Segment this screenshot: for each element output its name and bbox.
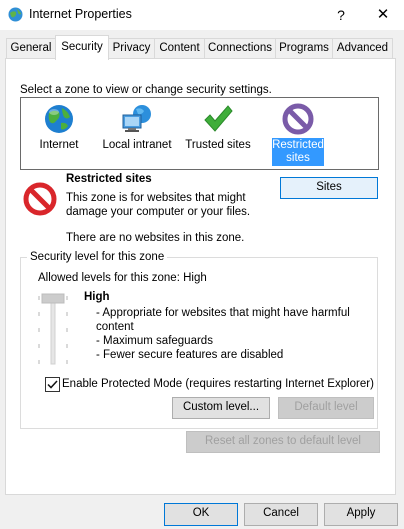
level-detail-3: - Fewer secure features are disabled bbox=[96, 349, 284, 361]
default-level-button[interactable]: Default level bbox=[278, 397, 374, 419]
apply-button[interactable]: Apply bbox=[324, 503, 398, 526]
zone-sites-status: There are no websites in this zone. bbox=[66, 232, 245, 244]
ok-button[interactable]: OK bbox=[164, 503, 238, 526]
zone-restricted-sites[interactable]: Restricted sites bbox=[258, 98, 338, 169]
zone-label-trusted-sites: Trusted sites bbox=[185, 139, 251, 151]
custom-level-button[interactable]: Custom level... bbox=[172, 397, 270, 419]
zone-label-internet: Internet bbox=[39, 139, 79, 151]
globe-icon bbox=[45, 105, 73, 133]
tab-advanced[interactable]: Advanced bbox=[332, 38, 393, 59]
intranet-icon bbox=[122, 105, 151, 132]
zone-description: This zone is for websites that might dam… bbox=[66, 192, 251, 218]
level-detail-1: - Appropriate for websites that might ha… bbox=[96, 307, 350, 333]
security-level-name: High bbox=[84, 291, 110, 303]
security-level-slider[interactable] bbox=[35, 290, 71, 366]
zone-list[interactable]: Internet Local intranet Trusted sites Re… bbox=[20, 97, 379, 170]
cancel-button[interactable]: Cancel bbox=[244, 503, 318, 526]
zone-label-local-intranet: Local intranet bbox=[102, 139, 172, 151]
tab-programs[interactable]: Programs bbox=[275, 38, 333, 59]
slider-thumb bbox=[41, 293, 65, 304]
checkmark-icon bbox=[47, 380, 58, 389]
zone-trusted-sites[interactable]: Trusted sites bbox=[178, 98, 258, 169]
zone-prompt: Select a zone to view or change security… bbox=[20, 84, 272, 96]
close-button[interactable]: ✕ bbox=[366, 2, 400, 28]
level-detail-2: - Maximum safeguards bbox=[96, 335, 213, 347]
checkmark-icon bbox=[204, 105, 233, 132]
protected-mode-checkbox[interactable] bbox=[45, 377, 60, 392]
security-level-group-title: Security level for this zone bbox=[27, 251, 168, 263]
protected-mode-label[interactable]: Enable Protected Mode (requires restarti… bbox=[62, 378, 374, 390]
security-level-details: - Appropriate for websites that might ha… bbox=[96, 306, 366, 362]
reset-all-zones-button[interactable]: Reset all zones to default level bbox=[186, 431, 380, 453]
tab-security[interactable]: Security bbox=[55, 35, 109, 60]
restricted-icon bbox=[282, 103, 314, 135]
sites-button[interactable]: Sites bbox=[280, 177, 378, 199]
window-title: Internet Properties bbox=[29, 7, 132, 21]
tab-general[interactable]: General bbox=[6, 38, 56, 59]
zone-local-intranet[interactable]: Local intranet bbox=[94, 98, 180, 169]
tab-privacy[interactable]: Privacy bbox=[108, 38, 155, 59]
zone-label-restricted-sites: Restricted sites bbox=[272, 138, 324, 166]
internet-properties-icon bbox=[8, 7, 23, 22]
no-entry-icon bbox=[23, 182, 57, 216]
allowed-levels-text: Allowed levels for this zone: High bbox=[38, 272, 207, 284]
selected-zone-name: Restricted sites bbox=[66, 173, 152, 185]
zone-internet[interactable]: Internet bbox=[19, 98, 99, 169]
tab-connections[interactable]: Connections bbox=[204, 38, 276, 59]
help-button[interactable]: ? bbox=[326, 2, 356, 28]
tab-content[interactable]: Content bbox=[154, 38, 205, 59]
